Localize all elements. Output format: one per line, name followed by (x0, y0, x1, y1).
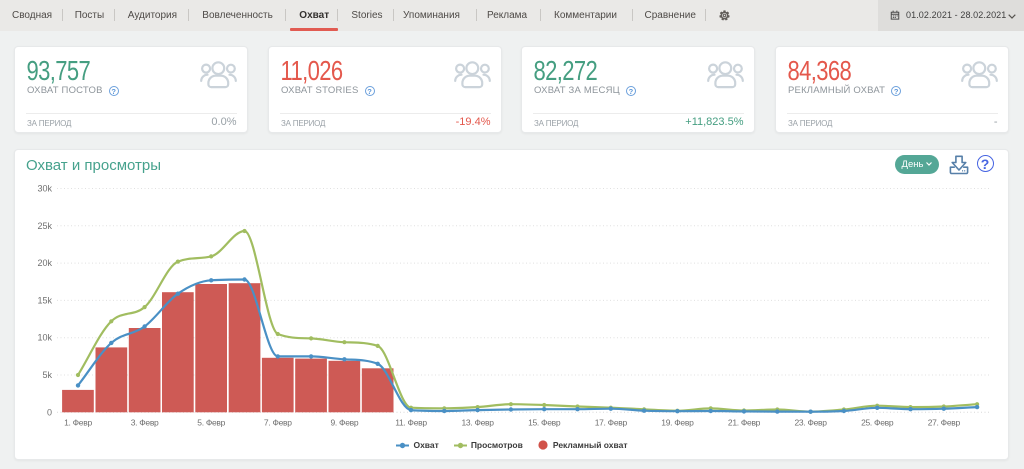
svg-text:21. Февр: 21. Февр (728, 418, 761, 428)
svg-text:25. Февр: 25. Февр (861, 418, 894, 428)
svg-text:30k: 30k (37, 184, 52, 194)
svg-text:15k: 15k (37, 295, 52, 305)
svg-text:9. Февр: 9. Февр (331, 418, 359, 428)
svg-text:13. Февр: 13. Февр (461, 418, 494, 428)
svg-text:17. Февр: 17. Февр (595, 418, 628, 428)
svg-text:19. Февр: 19. Февр (661, 418, 694, 428)
svg-text:0: 0 (47, 407, 52, 417)
svg-text:20k: 20k (37, 258, 52, 268)
svg-text:5k: 5k (42, 370, 52, 380)
svg-text:7. Февр: 7. Февр (264, 418, 292, 428)
svg-text:27. Февр: 27. Февр (928, 418, 961, 428)
svg-text:5. Февр: 5. Февр (197, 418, 225, 428)
svg-text:1. Февр: 1. Февр (64, 418, 92, 428)
svg-text:15. Февр: 15. Февр (528, 418, 561, 428)
svg-text:10k: 10k (37, 333, 52, 343)
svg-text:23. Февр: 23. Февр (794, 418, 827, 428)
svg-text:3. Февр: 3. Февр (131, 418, 159, 428)
svg-text:25k: 25k (37, 221, 52, 231)
svg-text:11. Февр: 11. Февр (395, 418, 427, 428)
